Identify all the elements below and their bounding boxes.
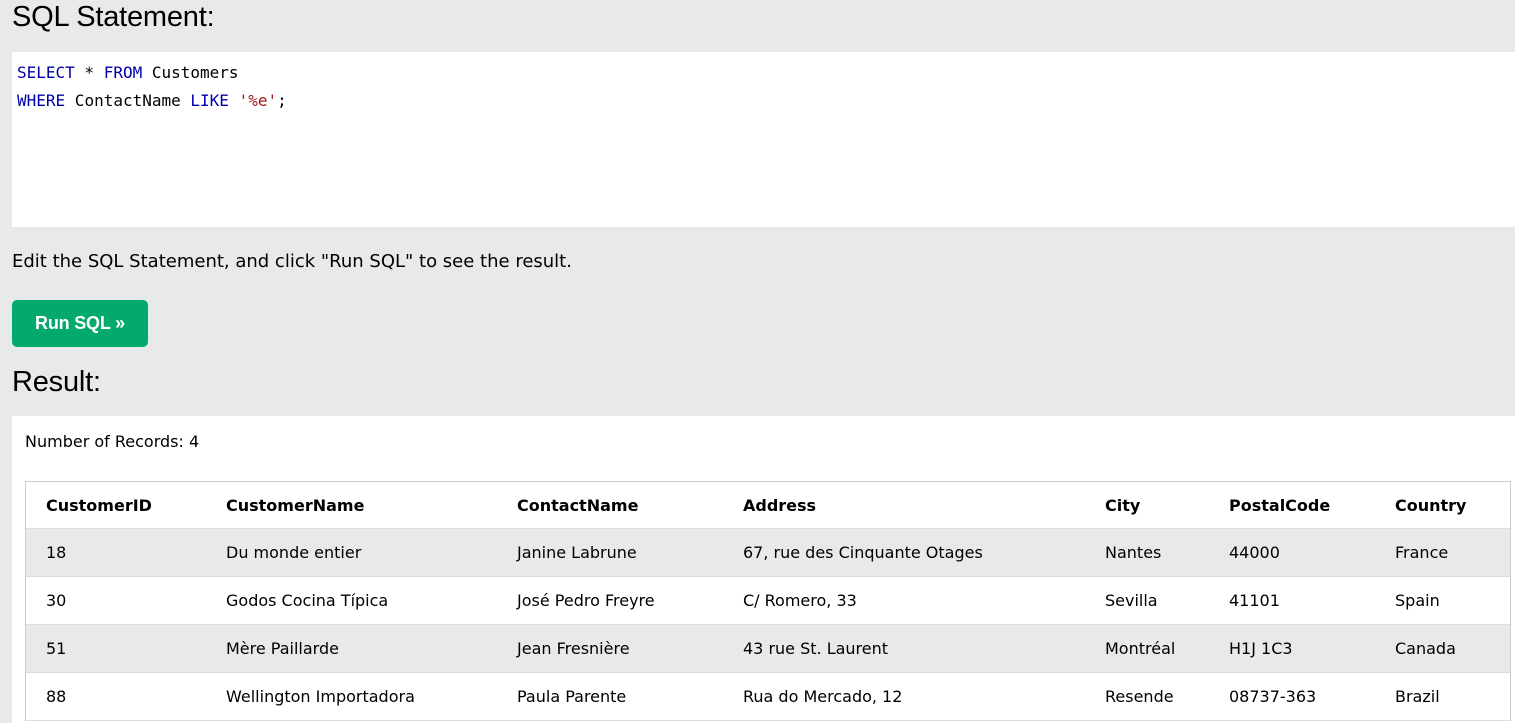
table-cell: Godos Cocina Típica: [206, 576, 497, 625]
table-cell: Spain: [1375, 576, 1510, 625]
sql-text: *: [74, 63, 104, 82]
table-cell: Brazil: [1375, 672, 1510, 721]
table-cell: Janine Labrune: [497, 528, 723, 577]
column-header-customername: CustomerName: [206, 482, 497, 529]
table-row: 51 Mère Paillarde Jean Fresnière 43 rue …: [26, 624, 1510, 673]
sql-text: ;: [277, 91, 287, 110]
table-row: 18 Du monde entier Janine Labrune 67, ru…: [26, 528, 1510, 577]
result-table-container: CustomerID CustomerName ContactName Addr…: [25, 481, 1511, 721]
sql-statement-heading: SQL Statement:: [12, 1, 215, 33]
sql-keyword: WHERE: [17, 91, 66, 110]
column-header-country: Country: [1375, 482, 1510, 529]
column-header-contactname: ContactName: [497, 482, 723, 529]
result-heading: Result:: [12, 366, 101, 398]
sql-keyword: LIKE: [190, 91, 229, 110]
table-header-row: CustomerID CustomerName ContactName Addr…: [26, 482, 1510, 529]
column-header-customerid: CustomerID: [26, 482, 206, 529]
table-cell: Canada: [1375, 624, 1510, 673]
result-table: CustomerID CustomerName ContactName Addr…: [26, 482, 1510, 721]
result-panel: Number of Records: 4 CustomerID Customer…: [12, 416, 1515, 723]
table-cell: Paula Parente: [497, 672, 723, 721]
table-row: 88 Wellington Importadora Paula Parente …: [26, 672, 1510, 721]
column-header-address: Address: [723, 482, 1085, 529]
record-count: Number of Records: 4: [25, 432, 200, 451]
run-sql-button[interactable]: Run SQL »: [12, 300, 148, 347]
table-cell: 44000: [1209, 528, 1375, 577]
sql-keyword: FROM: [103, 63, 143, 82]
table-cell: Du monde entier: [206, 528, 497, 577]
table-cell: 51: [26, 624, 206, 673]
table-cell: Sevilla: [1085, 576, 1209, 625]
table-cell: 67, rue des Cinquante Otages: [723, 528, 1085, 577]
sql-text: Customers: [142, 63, 239, 82]
table-cell: 30: [26, 576, 206, 625]
table-cell: José Pedro Freyre: [497, 576, 723, 625]
table-cell: Nantes: [1085, 528, 1209, 577]
table-cell: H1J 1C3: [1209, 624, 1375, 673]
instructions-text: Edit the SQL Statement, and click "Run S…: [12, 251, 572, 272]
table-cell: Rua do Mercado, 12: [723, 672, 1085, 721]
table-cell: 88: [26, 672, 206, 721]
table-cell: Jean Fresnière: [497, 624, 723, 673]
table-cell: 43 rue St. Laurent: [723, 624, 1085, 673]
table-row: 30 Godos Cocina Típica José Pedro Freyre…: [26, 576, 1510, 625]
table-cell: Montréal: [1085, 624, 1209, 673]
table-cell: France: [1375, 528, 1510, 577]
table-cell: 08737-363: [1209, 672, 1375, 721]
sql-editor[interactable]: SELECT * FROM Customers WHERE ContactNam…: [12, 52, 1515, 227]
sql-text: ContactName: [65, 91, 191, 110]
table-cell: C/ Romero, 33: [723, 576, 1085, 625]
table-cell: Wellington Importadora: [206, 672, 497, 721]
sql-keyword: SELECT: [17, 63, 75, 82]
column-header-city: City: [1085, 482, 1209, 529]
column-header-postalcode: PostalCode: [1209, 482, 1375, 529]
table-cell: Resende: [1085, 672, 1209, 721]
table-cell: 41101: [1209, 576, 1375, 625]
table-cell: Mère Paillarde: [206, 624, 497, 673]
sql-string: '%e': [238, 91, 278, 110]
table-cell: 18: [26, 528, 206, 577]
